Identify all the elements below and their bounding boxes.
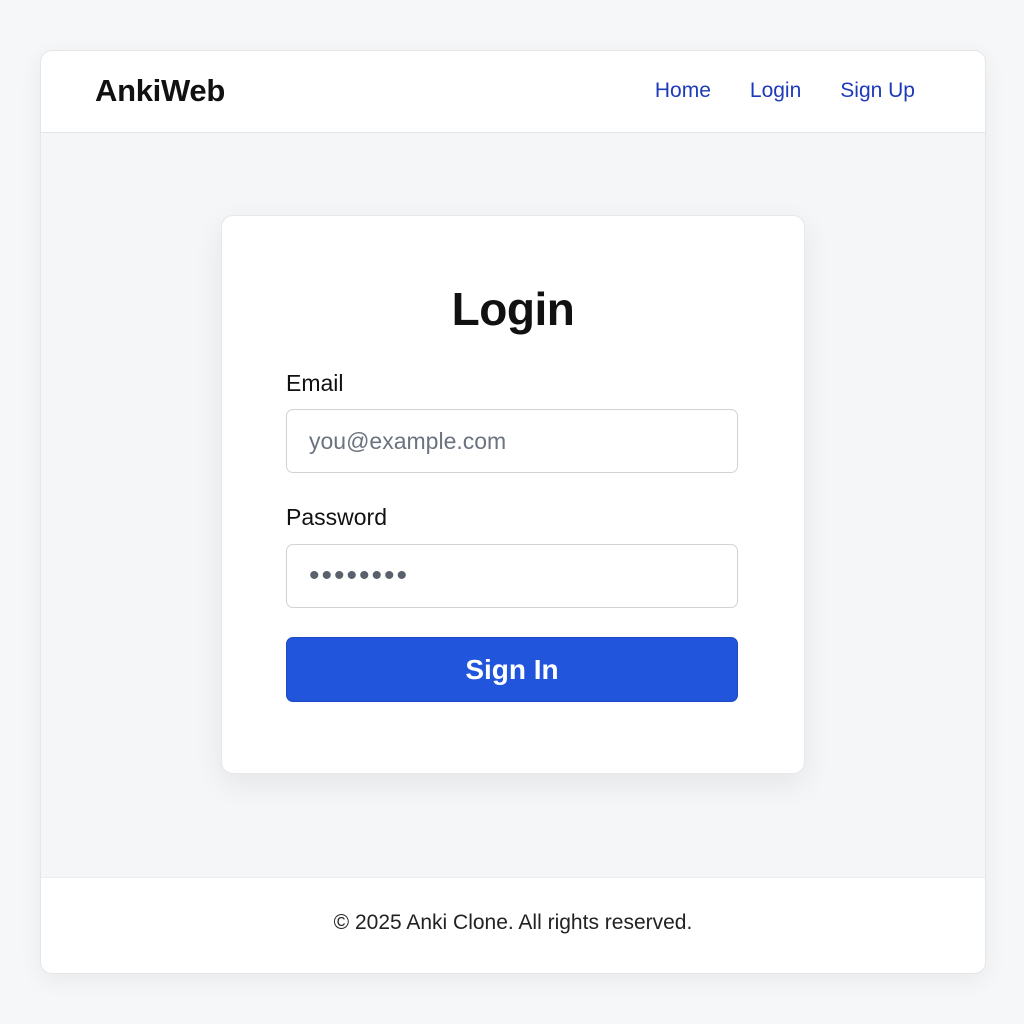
- site-header: AnkiWeb Home Login Sign Up: [41, 51, 985, 133]
- site-footer: © 2025 Anki Clone. All rights reserved.: [41, 877, 985, 973]
- email-field[interactable]: [286, 409, 738, 473]
- password-field[interactable]: ••••••••: [286, 544, 738, 608]
- app-window: AnkiWeb Home Login Sign Up Login Email P…: [40, 50, 986, 974]
- email-label: Email: [286, 370, 344, 396]
- copyright-text: © 2025 Anki Clone. All rights reserved.: [333, 911, 693, 934]
- nav-signup-link[interactable]: Sign Up: [840, 79, 915, 103]
- top-nav: Home Login Sign Up: [655, 79, 915, 103]
- password-masked-value: ••••••••: [309, 559, 410, 592]
- nav-login-link[interactable]: Login: [750, 79, 801, 103]
- page-title: Login: [451, 283, 575, 335]
- password-label: Password: [286, 504, 387, 530]
- sign-in-button[interactable]: Sign In: [286, 637, 738, 702]
- brand-logo[interactable]: AnkiWeb: [95, 73, 225, 109]
- nav-home-link[interactable]: Home: [655, 79, 711, 103]
- login-card: Login Email Password •••••••• Sign In: [221, 215, 805, 774]
